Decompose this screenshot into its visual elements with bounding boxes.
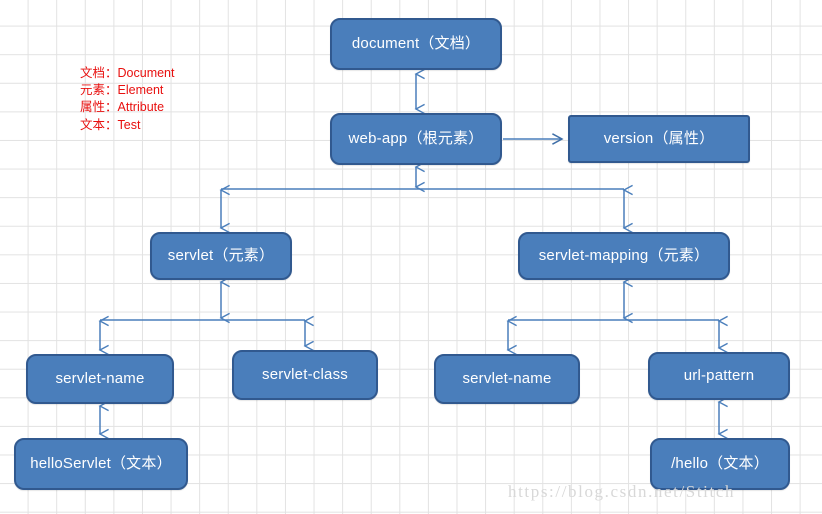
edge-servlet-to-children bbox=[98, 276, 314, 356]
node-document[interactable]: document（文档） bbox=[330, 18, 502, 70]
legend-term-element: 元素： bbox=[80, 83, 118, 98]
legend-value-document: Document bbox=[117, 66, 175, 80]
node-url-pattern[interactable]: url-pattern bbox=[648, 352, 790, 400]
legend-value-text: Test bbox=[117, 117, 141, 132]
legend-row-element: 元素：Element bbox=[80, 82, 175, 99]
legend-term-document: 文档： bbox=[80, 66, 118, 80]
node-servlet-mapping[interactable]: servlet-mapping（元素） bbox=[518, 232, 730, 280]
legend-value-element: Element bbox=[117, 83, 164, 98]
node-servlet-name-2[interactable]: servlet-name bbox=[434, 354, 580, 404]
diagram-canvas: 文档：Document 元素：Element 属性：Attribute 文本：T… bbox=[0, 0, 822, 514]
legend-value-attribute: Attribute bbox=[117, 100, 165, 115]
legend-row-document: 文档：Document bbox=[80, 65, 175, 82]
legend-row-text: 文本：Test bbox=[80, 117, 175, 134]
node-servlet[interactable]: servlet（元素） bbox=[150, 232, 292, 280]
node-web-app[interactable]: web-app（根元素） bbox=[330, 113, 502, 165]
node-helloServlet[interactable]: helloServlet（文本） bbox=[14, 438, 188, 490]
node-servlet-class[interactable]: servlet-class bbox=[232, 350, 378, 400]
legend-row-attribute: 属性：Attribute bbox=[80, 99, 175, 116]
node-servlet-name-1[interactable]: servlet-name bbox=[26, 354, 174, 404]
legend-term-attribute: 属性： bbox=[80, 100, 118, 115]
edge-web-app-to-children bbox=[219, 161, 633, 234]
edge-servlet-mapping-to-children bbox=[506, 276, 728, 356]
legend: 文档：Document 元素：Element 属性：Attribute 文本：T… bbox=[80, 65, 175, 134]
watermark: https://blog.csdn.net/Stitch bbox=[508, 482, 736, 501]
node-version[interactable]: version（属性） bbox=[568, 115, 750, 163]
legend-term-text: 文本： bbox=[80, 117, 118, 132]
